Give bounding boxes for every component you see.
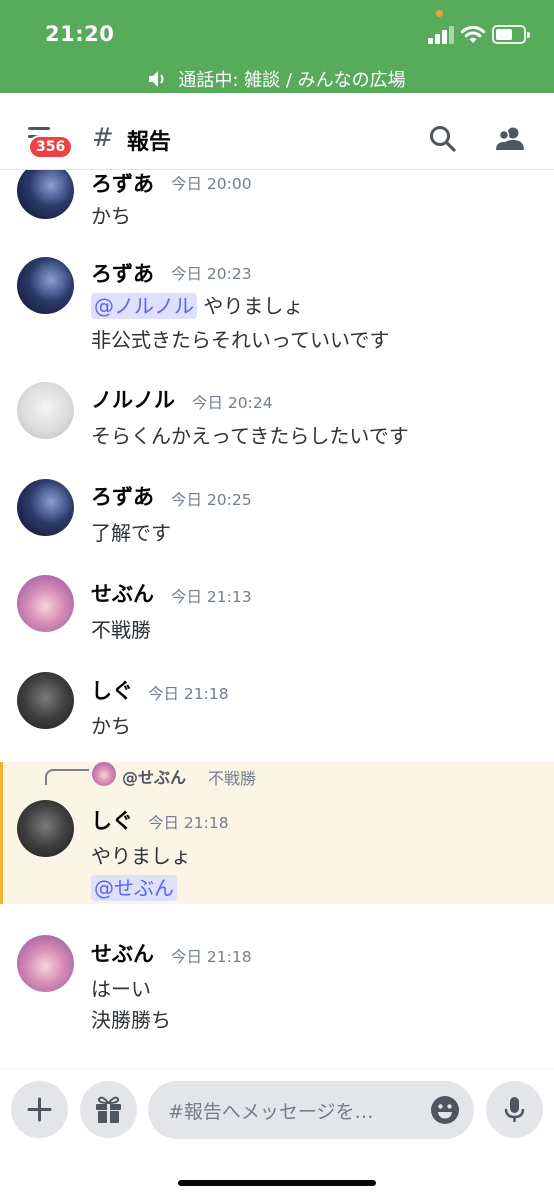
avatar[interactable] <box>17 800 74 857</box>
message-text: かち <box>91 714 131 738</box>
reply-author[interactable]: @せぶん <box>122 764 186 788</box>
message-author[interactable]: しぐ <box>91 805 133 835</box>
channel-hash-icon: # <box>92 123 114 153</box>
message-timestamp: 今日 20:00 <box>171 175 252 193</box>
battery-icon <box>492 25 530 44</box>
voice-message-button[interactable] <box>486 1081 543 1138</box>
hamburger-icon <box>28 127 50 130</box>
avatar[interactable] <box>17 935 74 992</box>
status-bar: 21:20 通話中: 雑談 / みんなの広場 <box>0 0 554 93</box>
gift-icon <box>96 1096 121 1123</box>
plus-icon <box>27 1097 52 1122</box>
avatar[interactable] <box>17 575 74 632</box>
user-mention[interactable]: @ノルノル <box>91 293 197 319</box>
reply-connector <box>45 769 89 785</box>
message-timestamp: 今日 20:24 <box>192 394 273 412</box>
avatar[interactable] <box>17 257 74 314</box>
gift-button[interactable] <box>80 1081 137 1138</box>
message-input[interactable]: #報告へメッセージを… <box>148 1081 474 1139</box>
message-text: はーい <box>91 977 151 1001</box>
message-text: 了解です <box>91 521 171 545</box>
clock: 21:20 <box>45 22 115 46</box>
speaker-icon <box>149 71 164 87</box>
message-timestamp: 今日 21:18 <box>171 948 252 966</box>
message-list[interactable]: ろずあ 今日 20:00 かち ろずあ 今日 20:23 @ノルノル やりましょ… <box>0 170 554 1068</box>
message-author[interactable]: せぶん <box>91 578 154 608</box>
wifi-icon <box>460 25 486 43</box>
message-text: 決勝勝ち <box>91 1008 171 1032</box>
battery-level <box>496 29 512 40</box>
message-author[interactable]: せぶん <box>91 938 154 968</box>
user-mention[interactable]: @せぶん <box>91 875 177 901</box>
cellular-signal-icon <box>428 26 454 44</box>
search-icon[interactable] <box>427 123 459 155</box>
message-text: 不戦勝 <box>91 618 151 642</box>
message-author[interactable]: ろずあ <box>91 481 154 511</box>
message-timestamp: 今日 21:18 <box>148 814 229 832</box>
privacy-indicator-dot <box>436 10 443 17</box>
message-text: やりましょ <box>91 844 191 868</box>
message-input-placeholder: #報告へメッセージを… <box>168 1101 374 1123</box>
reply-preview-text[interactable]: 不戦勝 <box>208 765 256 789</box>
message-author[interactable]: ろずあ <box>91 258 154 288</box>
unread-badge: 356 <box>28 135 74 159</box>
avatar[interactable] <box>17 170 74 219</box>
message-author[interactable]: ろずあ <box>91 170 154 198</box>
message-timestamp: 今日 21:13 <box>171 588 252 606</box>
message-text: かち <box>91 204 131 228</box>
channel-name[interactable]: 報告 <box>127 124 171 156</box>
members-icon[interactable] <box>494 123 526 155</box>
home-indicator[interactable] <box>178 1180 376 1186</box>
microphone-icon <box>504 1097 525 1122</box>
message-timestamp: 今日 20:23 <box>171 265 252 283</box>
message-timestamp: 今日 21:18 <box>148 685 229 703</box>
message-text: @せぶん <box>91 872 177 901</box>
message-timestamp: 今日 20:25 <box>171 491 252 509</box>
avatar[interactable] <box>17 479 74 536</box>
call-banner[interactable]: 通話中: 雑談 / みんなの広場 <box>0 66 554 92</box>
message-text: @ノルノル やりましょ <box>91 290 303 319</box>
avatar[interactable] <box>17 382 74 439</box>
message-text: 非公式きたらそれいっていいです <box>91 328 390 352</box>
add-attachment-button[interactable] <box>11 1081 68 1138</box>
message-text: そらくんかえってきたらしたいです <box>91 424 409 448</box>
channel-header: 356 # 報告 <box>0 93 554 170</box>
message-author[interactable]: ノルノル <box>91 384 175 414</box>
call-text: 通話中: 雑談 / みんなの広場 <box>178 70 406 91</box>
reply-avatar[interactable] <box>92 762 116 786</box>
message-author[interactable]: しぐ <box>91 675 133 705</box>
emoji-icon[interactable] <box>430 1095 460 1125</box>
avatar[interactable] <box>17 672 74 729</box>
